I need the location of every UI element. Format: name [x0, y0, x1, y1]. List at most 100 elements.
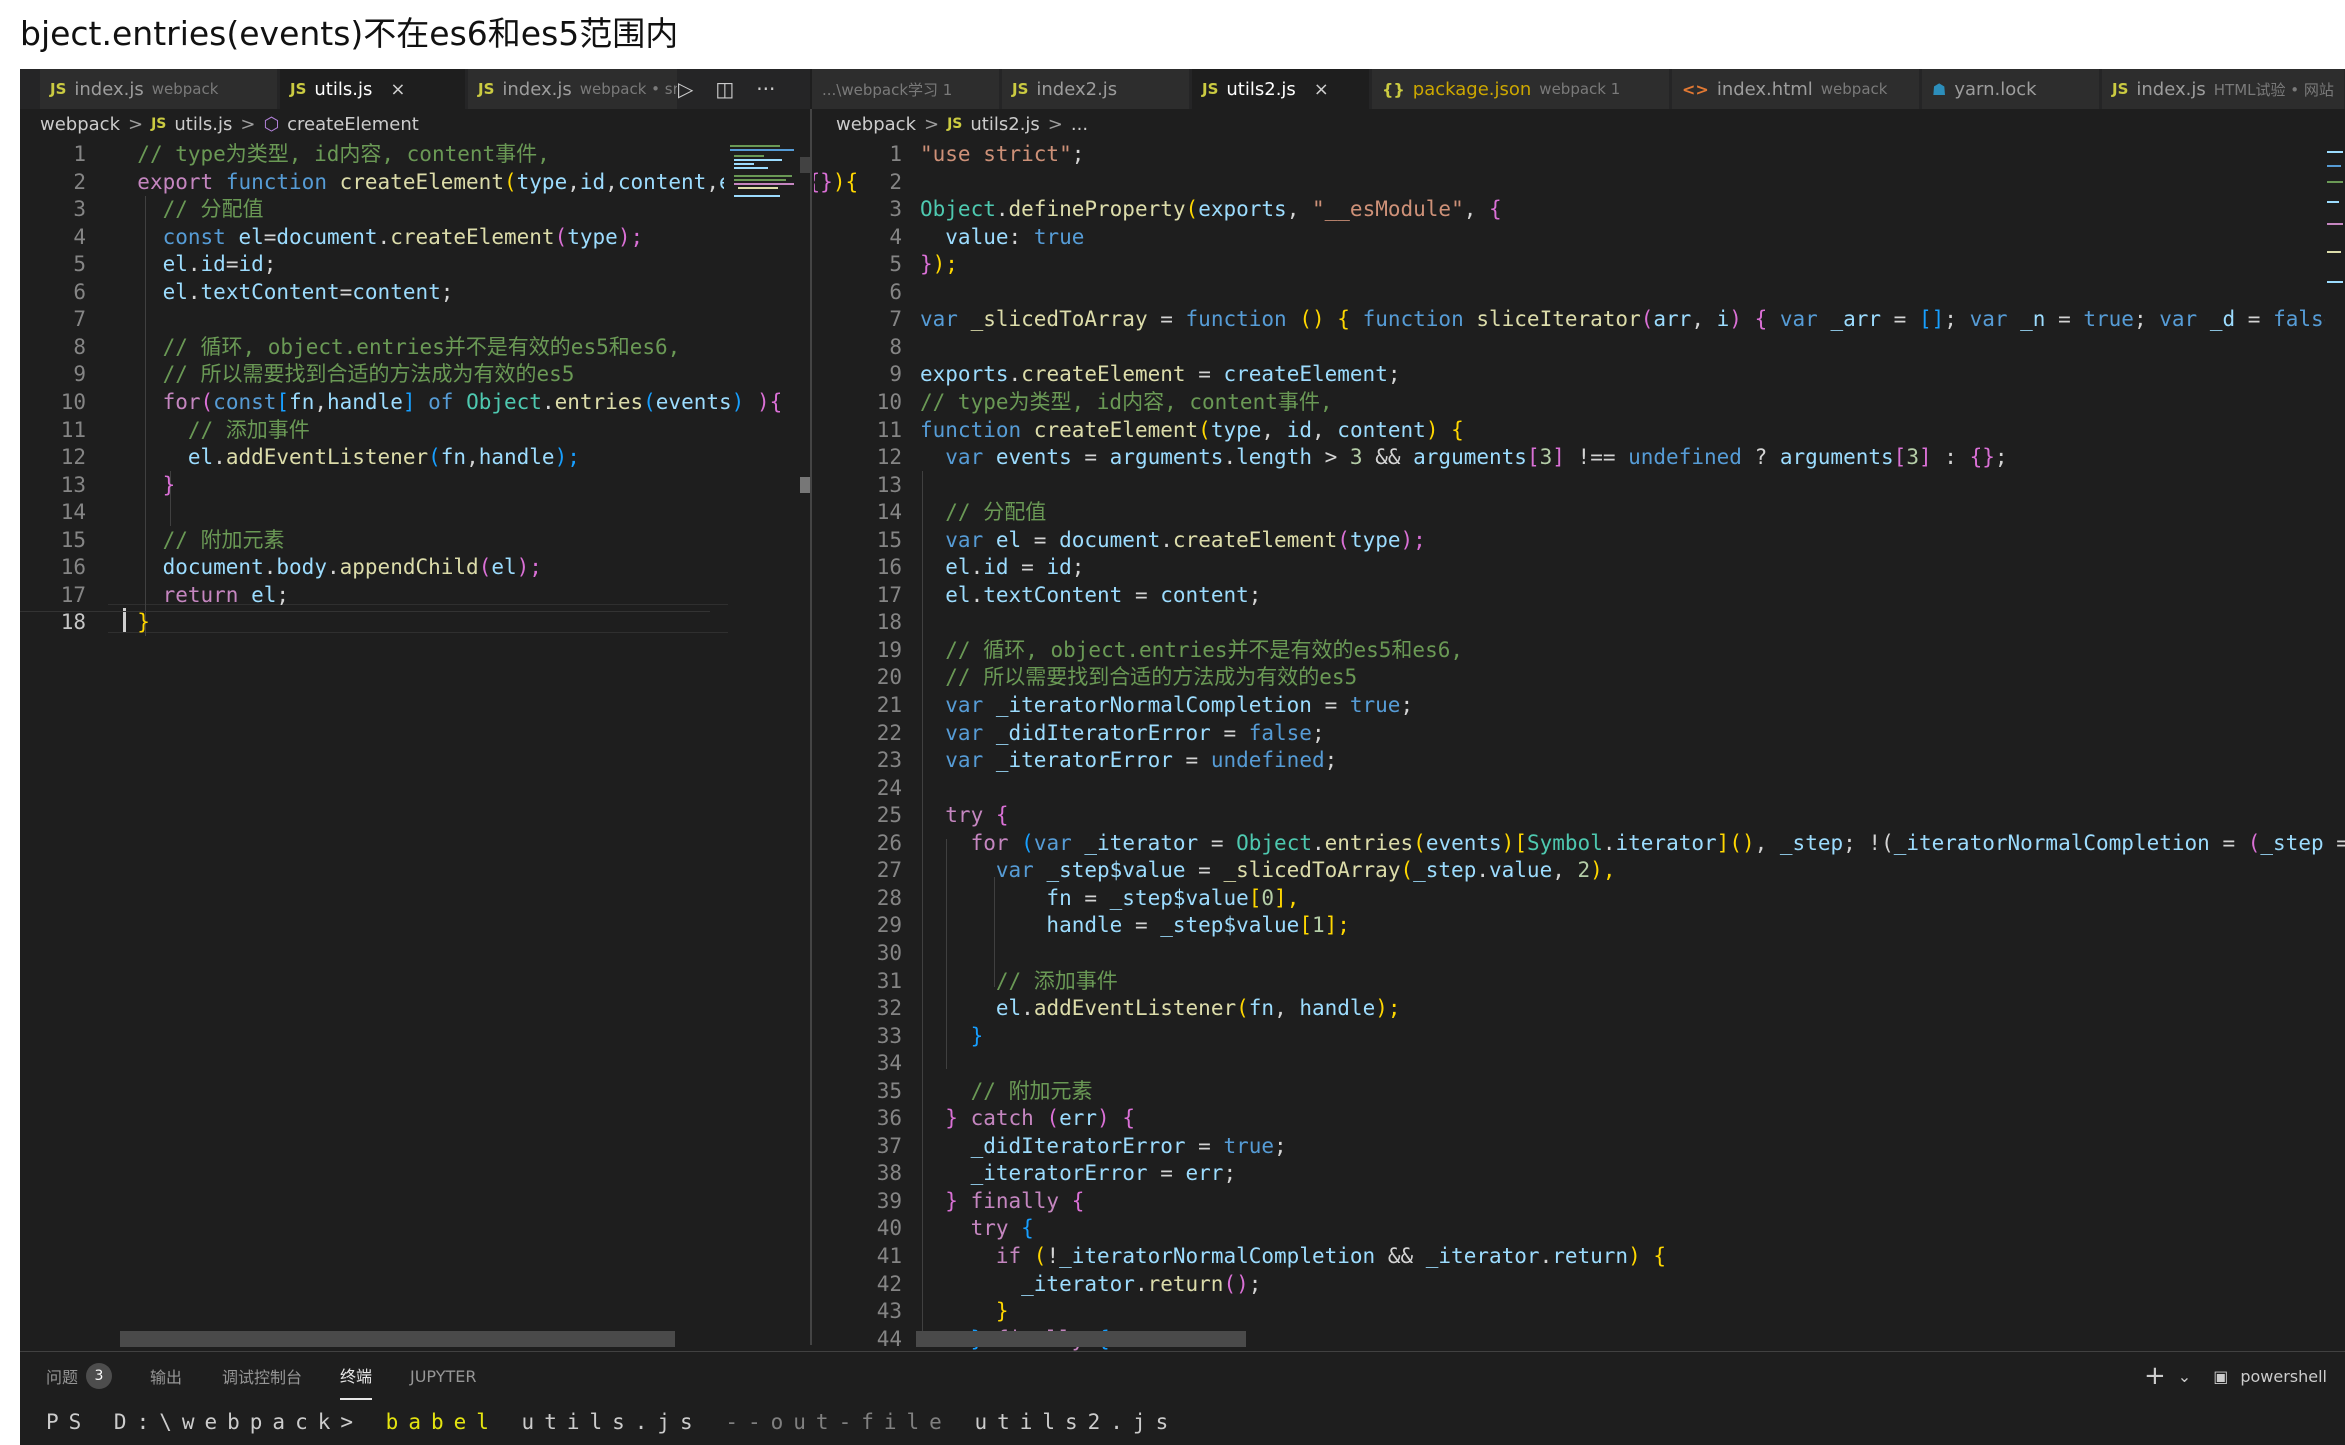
code-line: 4 value: true [816, 224, 2326, 252]
panel-tab[interactable]: 终端 [340, 1352, 373, 1400]
line-number: 35 [876, 1078, 902, 1103]
code-token: ( [1413, 830, 1426, 855]
code-token: addEventListener [225, 445, 429, 470]
code-token: _step [1413, 858, 1477, 883]
left-horizontal-scrollbar[interactable] [120, 1331, 675, 1347]
code-token: } [162, 472, 176, 497]
code-token: ; [1248, 582, 1262, 607]
code-text: } catch (err) { [920, 1105, 1135, 1133]
code-token: . [1476, 858, 1489, 883]
code-token: var [920, 693, 996, 717]
line-number: 18 [876, 610, 902, 635]
editor-tab[interactable]: {} package.json webpack 1 [1372, 69, 1670, 109]
chevron-down-icon[interactable]: ⌄ [2178, 1367, 2191, 1386]
editor-tab[interactable]: JS index.js webpack • src [468, 69, 678, 109]
page-title: bject.entries(events)不在es6和es5范围内 [20, 14, 679, 53]
more-actions-icon[interactable]: ··· [756, 77, 775, 101]
terminal-output[interactable]: PS D:\webpack> babel utils.js --out-file… [46, 1410, 1178, 1434]
close-icon[interactable]: × [1314, 79, 1329, 100]
terminal-shell-name[interactable]: powershell [2240, 1367, 2327, 1386]
code-token: body [276, 555, 327, 580]
code-token: i [1716, 307, 1730, 332]
code-token: ); [516, 555, 542, 580]
breadcrumb-folder[interactable]: webpack [836, 114, 916, 135]
breadcrumb-symbol[interactable]: createElement [287, 114, 419, 135]
code-line: 19 // 循环, object.entries并不是有效的es5和es6, [816, 637, 2326, 665]
editor-tab[interactable]: JS index.js webpack [40, 69, 278, 109]
code-token: iterator [1615, 830, 1717, 855]
editor-tab[interactable]: ☗ yarn.lock [1922, 69, 2100, 109]
editor-end-line [20, 611, 710, 612]
code-line: 27 var _step$value = _slicedToArray(_ste… [816, 857, 2326, 885]
code-text: // 循环, object.entries并不是有效的es5和es6, [112, 334, 681, 362]
code-line: 11 // 添加事件 [20, 417, 710, 445]
right-horizontal-scrollbar[interactable] [916, 1331, 1246, 1347]
code-token: export [137, 169, 226, 194]
panel-tab[interactable]: 输出 [150, 1352, 182, 1400]
code-line: 18 [816, 609, 2326, 637]
editor-group-divider[interactable] [810, 109, 812, 1345]
panel-tab[interactable]: 问题 3 [46, 1352, 113, 1400]
code-token: ) [1628, 1244, 1654, 1268]
editor-tab[interactable]: JS utils.js × [280, 69, 466, 109]
code-token: catch [970, 1106, 1047, 1131]
line-number: 23 [876, 748, 902, 773]
right-tab-bar: ...\webpack学习 1 JS index2.js JS utils2.js × {}… [812, 69, 2345, 109]
line-number: 18 [60, 610, 86, 635]
left-code-editor[interactable]: 1 // type为类型, id内容, content事件, 2 export f… [20, 141, 858, 1321]
code-token: _step$value [1046, 858, 1186, 883]
editor-tab[interactable]: ...\webpack学习 1 [812, 69, 1000, 109]
code-token: } [920, 1299, 1009, 1324]
code-token: . [263, 555, 277, 580]
code-token: = [1071, 445, 1110, 470]
code-token: ( [1021, 830, 1034, 855]
code-token: { [1653, 1244, 1667, 1268]
editor-tab[interactable]: JS index.js HTML试验 • 网站 [2102, 69, 2345, 109]
code-token: ( [1198, 417, 1211, 442]
panel-tab[interactable]: 调试控制台 [222, 1352, 302, 1400]
code-token: events [1425, 830, 1502, 855]
js-file-icon: JS [1202, 80, 1219, 98]
right-code-editor[interactable]: 1 "use strict"; 2 3 Object.defineProperty(ex… [816, 141, 2345, 1351]
close-icon[interactable]: × [390, 79, 405, 100]
breadcrumb-file[interactable]: utils2.js [970, 114, 1039, 135]
code-text: } finally { [920, 1188, 1084, 1216]
breadcrumb-more[interactable]: ... [1071, 114, 1088, 135]
code-text: var _iteratorNormalCompletion = true; [920, 692, 1413, 720]
editor-tab[interactable]: JS utils2.js × [1192, 69, 1370, 109]
tab-description: ...\webpack学习 1 [822, 80, 953, 99]
code-token: { [1451, 417, 1464, 442]
code-token: 1 [1311, 913, 1325, 938]
code-token: undefined [1210, 748, 1325, 773]
line-number: 11 [876, 417, 902, 442]
code-token: sliceIterator [1476, 307, 1641, 332]
panel-tab[interactable]: JUPYTER [410, 1352, 477, 1400]
editor-tab[interactable]: JS index2.js [1002, 69, 1190, 109]
new-terminal-button[interactable]: + [2144, 1361, 2166, 1391]
left-scrollbar-thumb[interactable] [800, 157, 810, 173]
code-token: true [1033, 224, 1085, 249]
left-scrollbar-marker [800, 477, 810, 493]
breadcrumb-file[interactable]: utils.js [174, 114, 232, 135]
run-icon[interactable]: ▷ [678, 77, 693, 101]
code-token: _iterator [1084, 830, 1199, 855]
split-editor-icon[interactable]: ◫ [715, 77, 734, 101]
breadcrumb-folder[interactable]: webpack [40, 114, 120, 135]
code-line: 4 const el=document.createElement(type); [20, 224, 710, 252]
right-minimap[interactable] [2325, 141, 2345, 341]
code-token: function [1185, 307, 1300, 332]
editor-tab[interactable]: <> index.html webpack [1672, 69, 1920, 109]
code-text: // 所以需要找到合适的方法成为有效的es5 [920, 664, 1357, 692]
chevron-right-icon: > [1047, 113, 1063, 135]
line-number: 16 [876, 555, 902, 580]
code-line: 43 } [816, 1298, 2326, 1326]
code-token: , [1286, 197, 1312, 222]
line-number: 4 [73, 224, 86, 249]
code-token: = [1172, 748, 1211, 773]
code-token: document [276, 224, 378, 249]
code-token: } [920, 1188, 971, 1213]
code-text: } [920, 1023, 984, 1051]
